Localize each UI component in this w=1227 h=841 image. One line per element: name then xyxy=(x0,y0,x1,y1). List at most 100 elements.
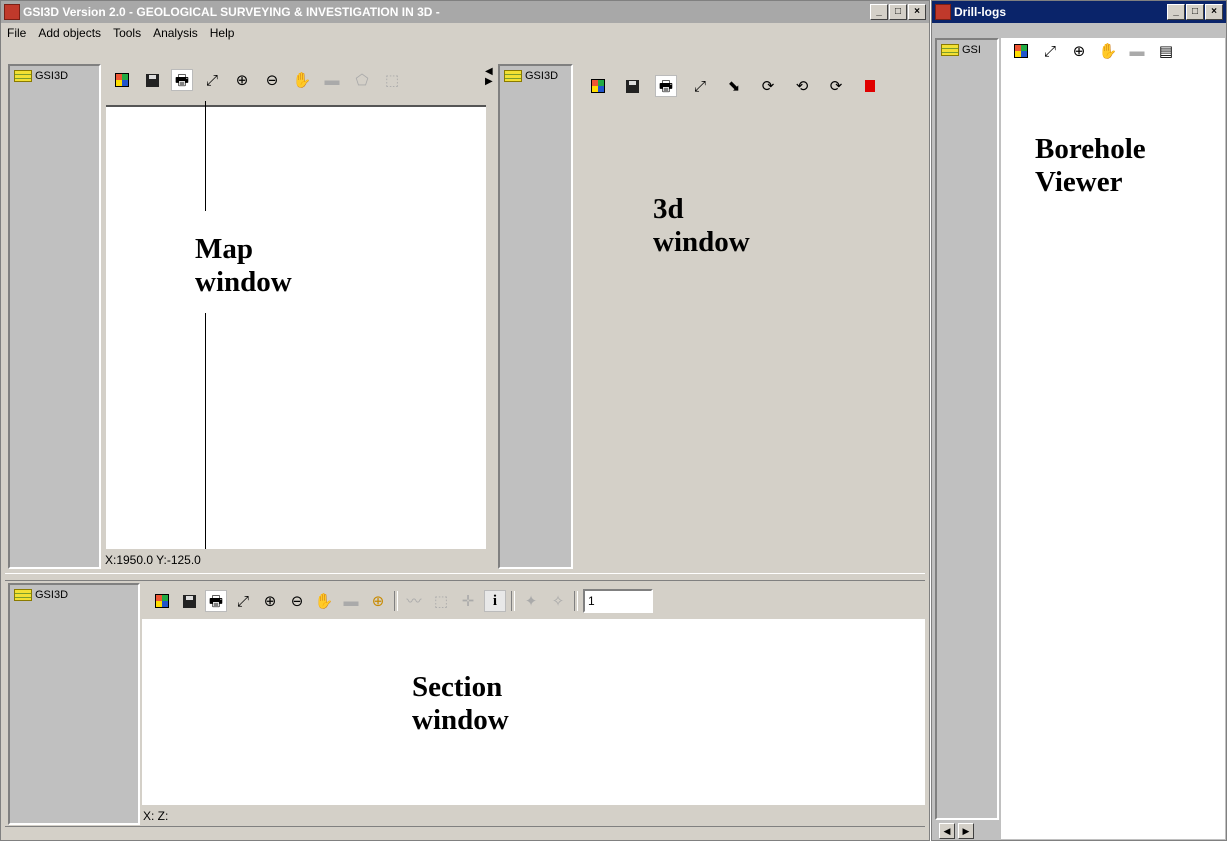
print-icon: 🖶 xyxy=(208,592,224,610)
section-print-button[interactable]: 🖶 xyxy=(205,590,227,612)
section-layer-tree[interactable]: GSI3D xyxy=(8,583,140,825)
section-pan-button[interactable]: ✋ xyxy=(313,590,335,612)
map-toolbar: 🖶 ⤢ ⊕ ⊖ ✋ ▬ ⬠ ⬚ xyxy=(111,69,403,91)
zoom-in-button[interactable]: ⊕ xyxy=(231,69,253,91)
select-button[interactable]: ⬚ xyxy=(381,69,403,91)
map-layer-tree[interactable]: GSI3D xyxy=(8,64,101,569)
pan-button[interactable]: ✋ xyxy=(291,69,313,91)
section-layer-colors-button[interactable] xyxy=(151,590,173,612)
3d-layer-tree[interactable]: GSI3D xyxy=(498,64,573,569)
map-window-annotation: Map window xyxy=(195,233,292,299)
menu-file[interactable]: File xyxy=(7,26,26,40)
maximize-button[interactable]: □ xyxy=(889,4,907,20)
section-zoom-in-button[interactable]: ⊕ xyxy=(259,590,281,612)
drill-logs-maximize-button[interactable]: □ xyxy=(1186,4,1204,20)
3d-pick-button[interactable]: ⟳ xyxy=(757,75,779,97)
scroll-right-button[interactable]: ▶ xyxy=(958,823,974,839)
main-titlebar[interactable]: GSI3D Version 2.0 - GEOLOGICAL SURVEYING… xyxy=(1,1,929,23)
drill-logs-close-button[interactable]: × xyxy=(1205,4,1223,20)
zoom-out-icon: ⊖ xyxy=(290,592,304,610)
drill-tree-scrollbar[interactable]: ◀ ▶ xyxy=(939,823,974,839)
delete-point-button[interactable]: ✧ xyxy=(547,590,569,612)
measure-icon: ▬ xyxy=(343,592,359,610)
layer-icon xyxy=(941,44,959,56)
rotate-left-button[interactable]: ⟲ xyxy=(791,75,813,97)
zoom-extent-button[interactable]: ⤢ xyxy=(201,69,223,91)
node-move-button[interactable]: ✛ xyxy=(457,590,479,612)
app-icon xyxy=(935,4,951,20)
3d-zoom-extent-button[interactable]: ⤢ xyxy=(689,75,711,97)
map-callout-line-top xyxy=(205,101,206,211)
zoom-out-button[interactable]: ⊖ xyxy=(261,69,283,91)
3d-canvas[interactable] xyxy=(579,107,926,569)
drill-logs-titlebar[interactable]: Drill-logs _ □ × xyxy=(932,1,1226,23)
drill-pan-button[interactable]: ✋ xyxy=(1097,40,1119,62)
main-window: GSI3D Version 2.0 - GEOLOGICAL SURVEYING… xyxy=(0,0,930,841)
minimize-button[interactable]: _ xyxy=(870,4,888,20)
overflow-right-icon: ▶ xyxy=(485,76,493,87)
3d-tree-label: GSI3D xyxy=(525,70,559,82)
menu-help[interactable]: Help xyxy=(210,26,235,40)
measure-icon: ▬ xyxy=(1129,42,1145,60)
node-select-button[interactable]: ⬚ xyxy=(430,590,452,612)
3d-layer-colors-button[interactable] xyxy=(587,75,609,97)
drill-measure-button[interactable]: ▬ xyxy=(1126,40,1148,62)
palette-icon xyxy=(591,79,605,93)
section-zoom-out-button[interactable]: ⊖ xyxy=(286,590,308,612)
zoom-extent-icon: ⤢ xyxy=(205,71,218,89)
select-icon: ⬚ xyxy=(384,71,400,89)
3d-print-button[interactable]: 🖶 xyxy=(655,75,677,97)
drill-tree-item-gsi[interactable]: GSI xyxy=(941,44,981,56)
zoom-in-icon: ⊕ xyxy=(235,71,249,89)
map-tree-item-gsi3d[interactable]: GSI3D xyxy=(14,70,68,82)
draw-line-button[interactable]: 〰 xyxy=(403,590,425,612)
toolbar-separator xyxy=(394,591,398,611)
3d-tree-item-gsi3d[interactable]: GSI3D xyxy=(504,70,558,82)
horizontal-splitter[interactable] xyxy=(5,573,925,581)
section-measure-button[interactable]: ▬ xyxy=(340,590,362,612)
drill-logs-minimize-button[interactable]: _ xyxy=(1167,4,1185,20)
menu-tools[interactable]: Tools xyxy=(113,26,141,40)
toolbar-overflow[interactable]: ◀ ▶ xyxy=(485,67,493,87)
map-canvas[interactable] xyxy=(106,105,486,549)
drill-table-button[interactable]: ▤ xyxy=(1155,40,1177,62)
3d-drill-button[interactable]: ⬊ xyxy=(723,75,745,97)
layer-icon xyxy=(504,70,522,82)
print-button[interactable]: 🖶 xyxy=(171,69,193,91)
zoom-box-button[interactable]: ⊕ xyxy=(367,590,389,612)
palette-icon xyxy=(155,594,169,608)
scroll-left-button[interactable]: ◀ xyxy=(939,823,955,839)
save-button[interactable] xyxy=(141,69,163,91)
section-tree-item-gsi3d[interactable]: GSI3D xyxy=(14,589,68,601)
rotate-right-button[interactable]: ⟳ xyxy=(825,75,847,97)
menu-bar: File Add objects Tools Analysis Help xyxy=(1,23,929,43)
drill-layer-colors-button[interactable] xyxy=(1010,40,1032,62)
section-save-button[interactable] xyxy=(178,590,200,612)
zoom-in-icon: ⊕ xyxy=(1072,42,1086,60)
section-annotation-line1: Section xyxy=(412,671,503,703)
drill-logs-tree[interactable]: GSI xyxy=(935,38,999,820)
pick-icon: ⟳ xyxy=(761,77,775,95)
add-point-button[interactable]: ✦ xyxy=(520,590,542,612)
measure-button[interactable]: ▬ xyxy=(321,69,343,91)
polygon-button[interactable]: ⬠ xyxy=(351,69,373,91)
drill-zoom-in-button[interactable]: ⊕ xyxy=(1068,40,1090,62)
3d-save-button[interactable] xyxy=(621,75,643,97)
palette-icon xyxy=(1014,44,1028,58)
stop-button[interactable] xyxy=(859,75,881,97)
menu-analysis[interactable]: Analysis xyxy=(153,26,198,40)
layer-colors-button[interactable] xyxy=(111,69,133,91)
polygon-icon: ⬠ xyxy=(355,71,369,89)
section-number-field[interactable]: 1 xyxy=(583,589,653,613)
info-button[interactable]: i xyxy=(484,590,506,612)
menu-add-objects[interactable]: Add objects xyxy=(38,26,101,40)
line-icon: 〰 xyxy=(406,592,422,610)
3d-toolbar: 🖶 ⤢ ⬊ ⟳ ⟲ ⟳ xyxy=(587,75,881,97)
section-canvas[interactable] xyxy=(142,619,925,805)
app-icon xyxy=(4,4,20,20)
close-button[interactable]: × xyxy=(908,4,926,20)
section-zoom-extent-button[interactable]: ⤢ xyxy=(232,590,254,612)
pan-hand-icon: ✋ xyxy=(1098,42,1118,60)
drill-zoom-extent-button[interactable]: ⤢ xyxy=(1039,40,1061,62)
drill-logs-toolbar: ⤢ ⊕ ✋ ▬ ▤ xyxy=(1010,40,1177,62)
